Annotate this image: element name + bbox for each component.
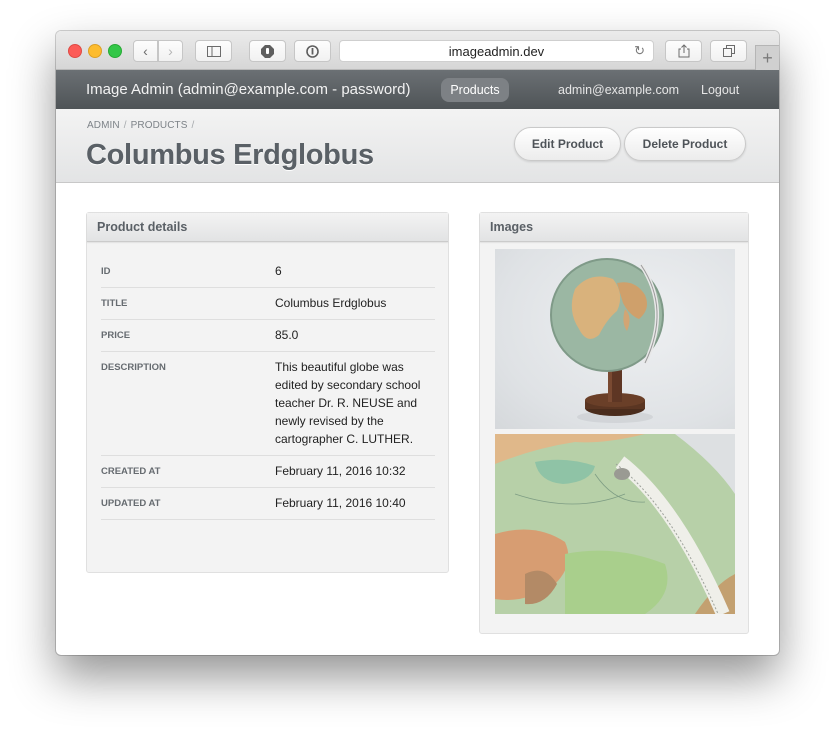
delete-product-button[interactable]: Delete Product: [624, 127, 746, 161]
breadcrumb-admin[interactable]: ADMIN: [87, 120, 120, 131]
page-header: ADMIN / PRODUCTS / Columbus Erdglobus Edit …: [56, 109, 779, 183]
product-details-panel: Product details ID 6 TITLE Columbus Erdg…: [86, 212, 449, 573]
product-image-globe-closeup[interactable]: [495, 434, 735, 614]
detail-label: CREATED AT: [101, 466, 161, 477]
detail-value: 6: [275, 264, 282, 278]
breadcrumb-separator: /: [191, 120, 195, 131]
plus-icon: +: [762, 47, 773, 68]
images-heading: Images: [480, 213, 748, 242]
detail-label: DESCRIPTION: [101, 362, 166, 373]
detail-value: This beautiful globe was edited by secon…: [275, 360, 421, 446]
brand-link[interactable]: Image Admin (admin@example.com - passwor…: [86, 81, 411, 98]
browser-toolbar: ‹ › imageadmin.dev ↻ +: [56, 31, 779, 70]
nav-user-email[interactable]: admin@example.com: [558, 83, 679, 97]
breadcrumb-separator: /: [123, 120, 127, 131]
page-title: Columbus Erdglobus: [86, 139, 374, 171]
details-table: ID 6 TITLE Columbus Erdglobus PRICE 85.0…: [101, 256, 435, 520]
detail-value: Columbus Erdglobus: [275, 296, 387, 310]
tabs-overview-icon: [722, 45, 735, 57]
product-image-globe[interactable]: [495, 249, 735, 429]
close-window-button[interactable]: [68, 44, 82, 58]
detail-label: ID: [101, 266, 111, 277]
zoom-window-button[interactable]: [108, 44, 122, 58]
share-button[interactable]: [665, 40, 702, 62]
detail-label: TITLE: [101, 298, 128, 309]
detail-row-price: PRICE 85.0: [101, 320, 435, 352]
detail-row-description: DESCRIPTION This beautiful globe was edi…: [101, 352, 435, 456]
detail-row-title: TITLE Columbus Erdglobus: [101, 288, 435, 320]
chevron-right-icon: ›: [168, 43, 173, 59]
detail-label: UPDATED AT: [101, 498, 161, 509]
browser-window: ‹ › imageadmin.dev ↻ + Image Admin (admi…: [56, 31, 779, 655]
new-tab-button[interactable]: +: [755, 45, 779, 70]
detail-row-updated-at: UPDATED AT February 11, 2016 10:40: [101, 488, 435, 520]
product-details-heading: Product details: [87, 213, 448, 242]
password-manager-icon: [306, 44, 319, 58]
sidebar-button[interactable]: [195, 40, 232, 62]
back-button[interactable]: ‹: [133, 40, 158, 62]
detail-label: PRICE: [101, 330, 131, 341]
detail-row-id: ID 6: [101, 256, 435, 288]
share-icon: [678, 44, 689, 58]
app-navbar: Image Admin (admin@example.com - passwor…: [56, 70, 779, 109]
edit-product-button[interactable]: Edit Product: [514, 127, 621, 161]
extension-button-stop[interactable]: [249, 40, 286, 62]
detail-value: February 11, 2016 10:40: [275, 496, 406, 510]
nav-logout[interactable]: Logout: [701, 83, 739, 97]
detail-value: 85.0: [275, 328, 299, 342]
reload-icon[interactable]: ↻: [634, 43, 645, 59]
tabs-overview-button[interactable]: [710, 40, 747, 62]
globe-photo: [550, 258, 664, 423]
forward-button[interactable]: ›: [158, 40, 183, 62]
images-panel: Images: [479, 212, 749, 634]
extension-button-password[interactable]: [294, 40, 331, 62]
detail-row-created-at: CREATED AT February 11, 2016 10:32: [101, 456, 435, 488]
globe-closeup-photo: [495, 434, 735, 614]
sidebar-icon: [206, 45, 221, 57]
detail-value: February 11, 2016 10:32: [275, 464, 406, 478]
breadcrumb: ADMIN / PRODUCTS /: [87, 120, 198, 131]
address-bar[interactable]: imageadmin.dev ↻: [339, 40, 654, 62]
breadcrumb-products[interactable]: PRODUCTS: [131, 120, 188, 131]
minimize-window-button[interactable]: [88, 44, 102, 58]
nav-products[interactable]: Products: [441, 78, 509, 102]
hand-stop-icon: [261, 44, 274, 58]
chevron-left-icon: ‹: [143, 43, 148, 59]
url-text: imageadmin.dev: [448, 43, 545, 59]
